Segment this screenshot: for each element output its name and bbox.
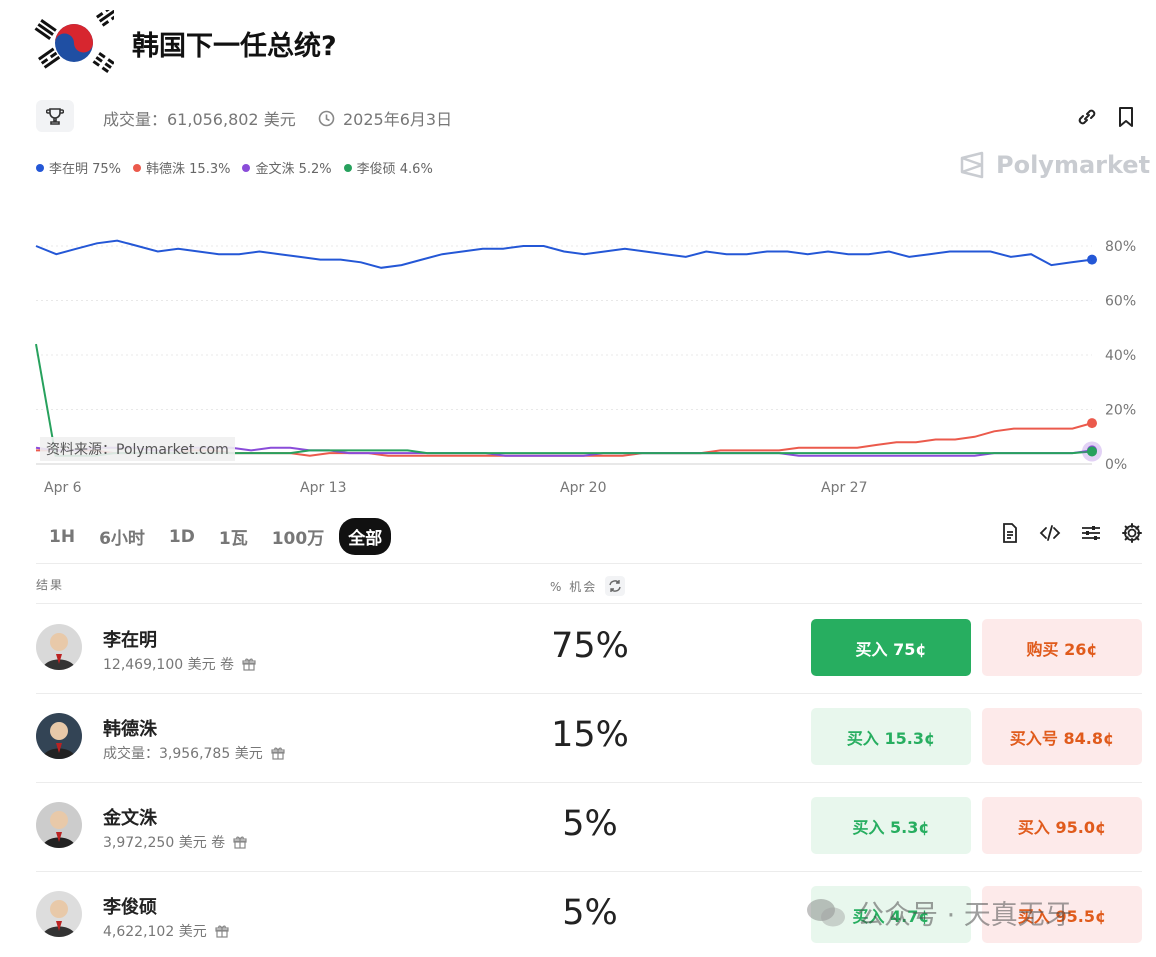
chart-legend: 李在明 75% 韩德洙 15.3% 金文洙 5.2% 李俊硕 4.6% bbox=[36, 158, 433, 177]
buy-no-button[interactable]: 买入 95.0¢ bbox=[982, 797, 1142, 854]
divider bbox=[36, 603, 1142, 604]
candidate-volume: 3,972,250 美元 卷 bbox=[103, 835, 226, 851]
candidate-volume: 12,469,100 美元 卷 bbox=[103, 657, 235, 673]
link-icon bbox=[1078, 109, 1096, 125]
clock-icon bbox=[318, 110, 335, 126]
candidate-avatar bbox=[36, 624, 82, 670]
x-tick-label: Apr 13 bbox=[300, 480, 346, 496]
y-tick-label: 60% bbox=[1105, 294, 1136, 310]
series-end-point-0 bbox=[1087, 254, 1097, 265]
legend-item: 李在明 75% bbox=[36, 158, 121, 177]
buy-no-button[interactable]: 购买 26¢ bbox=[982, 619, 1142, 676]
tab-0[interactable]: 1H bbox=[40, 521, 84, 553]
price-chart[interactable]: 0% 20% 40% 60% 80% Apr 6 Apr 13 Apr 20 Apr 27 bbox=[0, 220, 1156, 510]
trophy-button[interactable] bbox=[36, 100, 74, 132]
chance-column-header: % 机会 bbox=[550, 579, 598, 594]
source-note: 资料来源：Polymarket.com bbox=[40, 437, 235, 461]
polymarket-icon bbox=[960, 151, 984, 179]
gift-icon[interactable] bbox=[242, 657, 256, 671]
divider bbox=[36, 871, 1142, 872]
gift-icon[interactable] bbox=[271, 746, 285, 760]
document-icon[interactable] bbox=[1000, 522, 1020, 544]
series-end-point-1 bbox=[1087, 418, 1097, 429]
refresh-button[interactable] bbox=[605, 576, 626, 596]
outcome-column-header: 结果 bbox=[36, 578, 65, 592]
gift-icon[interactable] bbox=[215, 924, 229, 938]
link-button[interactable] bbox=[1076, 106, 1098, 132]
series-end-point-3 bbox=[1087, 446, 1097, 457]
sliders-icon[interactable] bbox=[1080, 522, 1102, 544]
tab-4[interactable]: 100万 bbox=[263, 518, 334, 555]
bookmark-button[interactable] bbox=[1116, 106, 1136, 132]
gift-icon[interactable] bbox=[233, 835, 247, 849]
candidate-name[interactable]: 李俊硕 bbox=[103, 893, 157, 919]
y-tick-label: 20% bbox=[1105, 403, 1136, 419]
candidate-chance: 75% bbox=[551, 626, 629, 666]
tab-1[interactable]: 6小时 bbox=[90, 518, 154, 555]
wechat-watermark: 公众号 · 天真无牙 bbox=[805, 893, 1072, 932]
candidate-name[interactable]: 韩德洙 bbox=[103, 715, 157, 741]
x-tick-label: Apr 20 bbox=[560, 480, 606, 496]
divider bbox=[36, 782, 1142, 783]
buy-no-button[interactable]: 买入号 84.8¢ bbox=[982, 708, 1142, 765]
end-date-label: 2025年6月3日 bbox=[343, 110, 453, 129]
candidate-volume: 4,622,102 美元 bbox=[103, 924, 207, 940]
legend-item: 李俊硕 4.6% bbox=[343, 158, 433, 177]
refresh-icon bbox=[609, 580, 621, 592]
bookmark-icon bbox=[1119, 107, 1133, 127]
x-tick-label: Apr 27 bbox=[821, 480, 867, 496]
tab-3[interactable]: 1瓦 bbox=[210, 518, 257, 555]
candidate-avatar bbox=[36, 713, 82, 759]
trophy-icon bbox=[46, 108, 64, 125]
y-tick-label: 0% bbox=[1105, 457, 1127, 473]
buy-yes-button[interactable]: 买入 75¢ bbox=[811, 619, 971, 676]
y-tick-label: 80% bbox=[1105, 239, 1136, 255]
x-tick-label: Apr 6 bbox=[44, 480, 82, 496]
south-korea-flag-icon bbox=[34, 5, 119, 76]
buy-yes-button[interactable]: 买入 15.3¢ bbox=[811, 708, 971, 765]
tab-5[interactable]: 全部 bbox=[339, 518, 392, 555]
candidate-avatar bbox=[36, 802, 82, 848]
volume-label: 成交量：61,056,802 美元 bbox=[103, 110, 296, 129]
series-line-0 bbox=[35, 239, 1093, 269]
candidate-chance: 15% bbox=[551, 715, 629, 755]
candidate-name[interactable]: 李在明 bbox=[103, 626, 157, 652]
wechat-icon bbox=[807, 898, 845, 926]
page-title: 韩国下一任总统? bbox=[132, 31, 337, 62]
candidate-avatar bbox=[36, 891, 82, 937]
chart-tools bbox=[1000, 522, 1143, 544]
candidate-chance: 5% bbox=[562, 893, 618, 933]
legend-item: 金文洙 5.2% bbox=[242, 158, 332, 177]
buy-yes-button[interactable]: 买入 5.3¢ bbox=[811, 797, 971, 854]
y-tick-label: 40% bbox=[1105, 348, 1136, 364]
time-range-tabs: 1H 6小时 1D 1瓦 100万 全部 bbox=[40, 518, 392, 555]
divider bbox=[36, 563, 1142, 564]
candidate-chance: 5% bbox=[562, 804, 618, 844]
settings-gear-icon[interactable] bbox=[1121, 522, 1143, 544]
legend-item: 韩德洙 15.3% bbox=[133, 158, 230, 177]
code-icon[interactable] bbox=[1039, 522, 1061, 544]
candidate-volume: 成交量：3,956,785 美元 bbox=[103, 746, 263, 762]
candidate-name[interactable]: 金文洙 bbox=[103, 804, 157, 830]
divider bbox=[36, 693, 1142, 694]
tab-2[interactable]: 1D bbox=[160, 521, 204, 553]
polymarket-logo: Polymarket bbox=[958, 150, 1150, 180]
